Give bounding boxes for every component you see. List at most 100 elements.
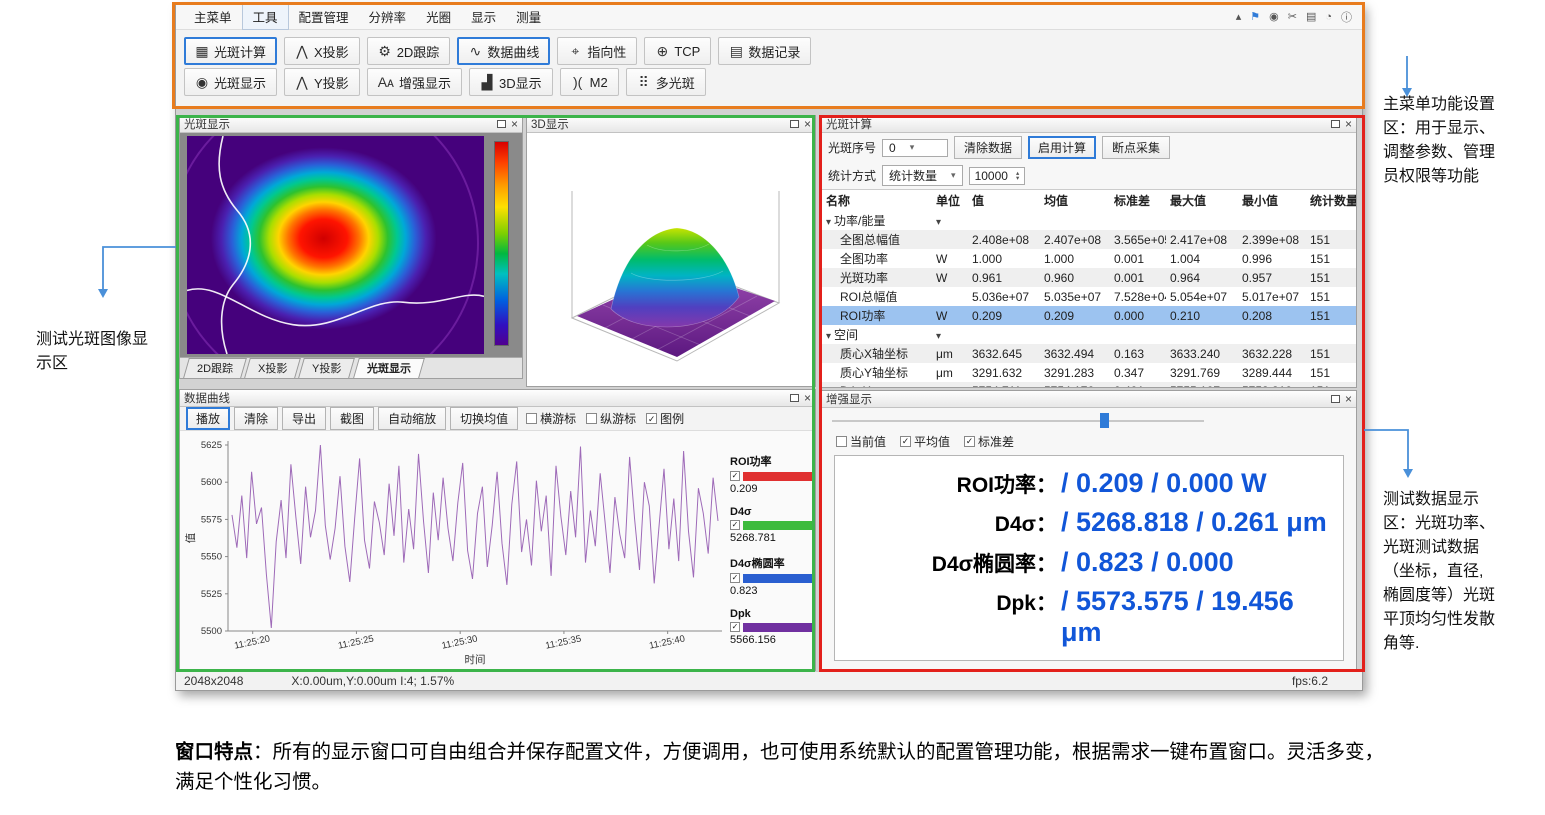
caret-down-icon[interactable]: ▾	[936, 331, 941, 342]
column-header[interactable]: 最大值	[1166, 190, 1238, 211]
toolbar-button-m2[interactable]: )(M2	[560, 68, 619, 96]
curve-button-1[interactable]: 播放	[186, 407, 230, 430]
slider-track[interactable]	[832, 420, 1204, 422]
checkbox-icon: ✓	[900, 436, 911, 447]
toolbar-button-data-record[interactable]: ▤数据记录	[718, 37, 811, 65]
spinner-arrows-icon[interactable]: ▴▾	[1016, 171, 1019, 181]
clipboard-icon[interactable]: ▤	[1306, 10, 1316, 23]
enable-calc-button[interactable]: 启用计算	[1028, 136, 1096, 159]
readout-box: ROI功率：/ 0.209 / 0.000 WD4σ：/ 5268.818 / …	[834, 455, 1344, 661]
clock-icon[interactable]: ◔	[1325, 11, 1332, 23]
spot-seq-select[interactable]: 0 ▾	[882, 139, 948, 157]
table-row[interactable]: 质心Y轴坐标μm3291.6323291.2830.3473291.769328…	[822, 363, 1356, 382]
table-row[interactable]: 质心X轴坐标μm3632.6453632.4940.1633633.240363…	[822, 344, 1356, 363]
legend-checkbox[interactable]: ✓	[730, 520, 740, 530]
float-icon[interactable]	[790, 394, 799, 402]
column-header[interactable]: 统计数量	[1306, 190, 1356, 211]
panel-title-bar[interactable]: 光斑计算 ×	[822, 116, 1356, 133]
toolbar-button-data-curve[interactable]: ∿数据曲线	[457, 37, 550, 65]
caret-down-icon[interactable]: ▾	[826, 217, 831, 228]
toolbar-button-2d-track[interactable]: ⚙2D跟踪	[367, 37, 451, 65]
float-icon[interactable]	[1331, 120, 1340, 128]
float-icon[interactable]	[1331, 395, 1340, 403]
surface-3d-view[interactable]	[527, 133, 815, 386]
menu-item-5[interactable]: 光圈	[416, 4, 461, 29]
toolbar-button-spot-calc[interactable]: ▦光斑计算	[184, 37, 277, 65]
legend-checkbox[interactable]: ✓	[730, 622, 740, 632]
panel-title-bar[interactable]: 3D显示 ×	[527, 116, 815, 133]
breakpoint-capture-button[interactable]: 断点采集	[1102, 136, 1170, 159]
float-icon[interactable]	[497, 120, 506, 128]
clear-data-button[interactable]: 清除数据	[954, 136, 1022, 159]
menu-item-7[interactable]: 测量	[506, 4, 551, 29]
column-header[interactable]: 值	[968, 190, 1040, 211]
column-header[interactable]: 最小值	[1238, 190, 1306, 211]
menu-item-1[interactable]: 主菜单	[184, 4, 242, 29]
collapse-icon[interactable]: ▴	[1236, 10, 1242, 23]
toolbar-button-x-projection[interactable]: ⋀X投影	[284, 37, 360, 65]
curve-button-3[interactable]: 导出	[282, 407, 326, 430]
toolbar-button-spot-display[interactable]: ◉光斑显示	[184, 68, 277, 96]
stat-count-spinner[interactable]: 10000 ▴▾	[969, 167, 1026, 185]
column-header[interactable]: 单位	[932, 190, 968, 211]
curve-button-5[interactable]: 自动缩放	[378, 407, 446, 430]
panel-title-bar[interactable]: 数据曲线 ×	[180, 390, 815, 407]
float-icon[interactable]	[790, 120, 799, 128]
toolbar-button-y-projection[interactable]: ⋀Y投影	[284, 68, 360, 96]
close-icon[interactable]: ×	[1345, 394, 1352, 404]
table-group-row[interactable]: ▾空间▾	[822, 325, 1356, 344]
table-row[interactable]: 光斑功率W0.9610.9600.0010.9640.957151	[822, 268, 1356, 287]
enhanced-checkbox-1[interactable]: 当前值	[836, 433, 886, 450]
checkbox-icon: ✓	[964, 436, 975, 447]
legend-item: D4σ✓5268.781	[730, 506, 812, 544]
toolbar-button-tcp[interactable]: ⊕TCP	[644, 37, 711, 65]
close-icon[interactable]: ×	[1345, 119, 1352, 129]
table-row[interactable]: D4σXμm5754.7115754.1760.4015755.1075753.…	[822, 382, 1356, 387]
data-curve-chart[interactable]: 55005525555055755600562511:25:2011:25:25…	[182, 433, 734, 671]
menu-item-4[interactable]: 分辨率	[359, 4, 417, 29]
table-row[interactable]: ROI功率W0.2090.2090.0000.2100.208151	[822, 306, 1356, 325]
beam-tab-3[interactable]: Y投影	[299, 358, 356, 378]
legend-checkbox[interactable]: ✓	[730, 573, 740, 583]
caret-down-icon[interactable]: ▾	[826, 331, 831, 342]
curve-checkbox-1[interactable]: 横游标	[526, 410, 576, 427]
curve-button-6[interactable]: 切换均值	[450, 407, 518, 430]
table-row[interactable]: 全图总幅值2.408e+082.407e+083.565e+052.417e+0…	[822, 230, 1356, 249]
column-header[interactable]: 均值	[1040, 190, 1110, 211]
table-row[interactable]: 全图功率W1.0001.0000.0011.0040.996151	[822, 249, 1356, 268]
cut-icon[interactable]: ✂	[1288, 10, 1297, 23]
info-icon[interactable]: ⓘ	[1341, 9, 1352, 25]
pin-icon[interactable]: ⚑	[1250, 10, 1260, 23]
toolbar-button-multi-spot[interactable]: ⠿多光斑	[626, 68, 706, 96]
beam-image[interactable]	[187, 136, 484, 354]
panel-title-bar[interactable]: 增强显示 ×	[822, 391, 1356, 408]
table-group-row[interactable]: ▾功率/能量▾	[822, 211, 1356, 230]
beam-tab-1[interactable]: 2D跟踪	[183, 358, 247, 378]
menu-item-2[interactable]: 工具	[242, 3, 289, 30]
close-icon[interactable]: ×	[804, 119, 811, 129]
beam-tab-4[interactable]: 光斑显示	[353, 358, 425, 378]
caret-down-icon[interactable]: ▾	[936, 217, 941, 228]
toolbar-button-pointing[interactable]: ⌖指向性	[557, 37, 637, 65]
enhanced-checkbox-2[interactable]: ✓平均值	[900, 433, 950, 450]
stat-mode-select[interactable]: 统计数量 ▾	[882, 165, 963, 186]
toolbar-button-3d-display[interactable]: ▟3D显示	[469, 68, 553, 96]
enhanced-checkbox-3[interactable]: ✓标准差	[964, 433, 1014, 450]
legend-checkbox[interactable]: ✓	[730, 471, 740, 481]
column-header[interactable]: 名称	[822, 190, 932, 211]
table-row[interactable]: ROI总幅值5.036e+075.035e+077.528e+045.054e+…	[822, 287, 1356, 306]
menu-item-3[interactable]: 配置管理	[289, 4, 359, 29]
menu-item-6[interactable]: 显示	[461, 4, 506, 29]
close-icon[interactable]: ×	[804, 393, 811, 403]
panel-title-bar[interactable]: 光斑显示 ×	[180, 116, 522, 133]
curve-button-2[interactable]: 清除	[234, 407, 278, 430]
curve-checkbox-3[interactable]: ✓图例	[646, 410, 684, 427]
toolbar-button-enhanced-display[interactable]: Aᴀ增强显示	[367, 68, 462, 96]
lock-icon[interactable]: ◉	[1269, 10, 1279, 23]
column-header[interactable]: 标准差	[1110, 190, 1166, 211]
curve-button-4[interactable]: 截图	[330, 407, 374, 430]
curve-checkbox-2[interactable]: 纵游标	[586, 410, 636, 427]
close-icon[interactable]: ×	[511, 119, 518, 129]
slider-handle[interactable]	[1100, 413, 1109, 428]
beam-tab-2[interactable]: X投影	[244, 358, 301, 378]
